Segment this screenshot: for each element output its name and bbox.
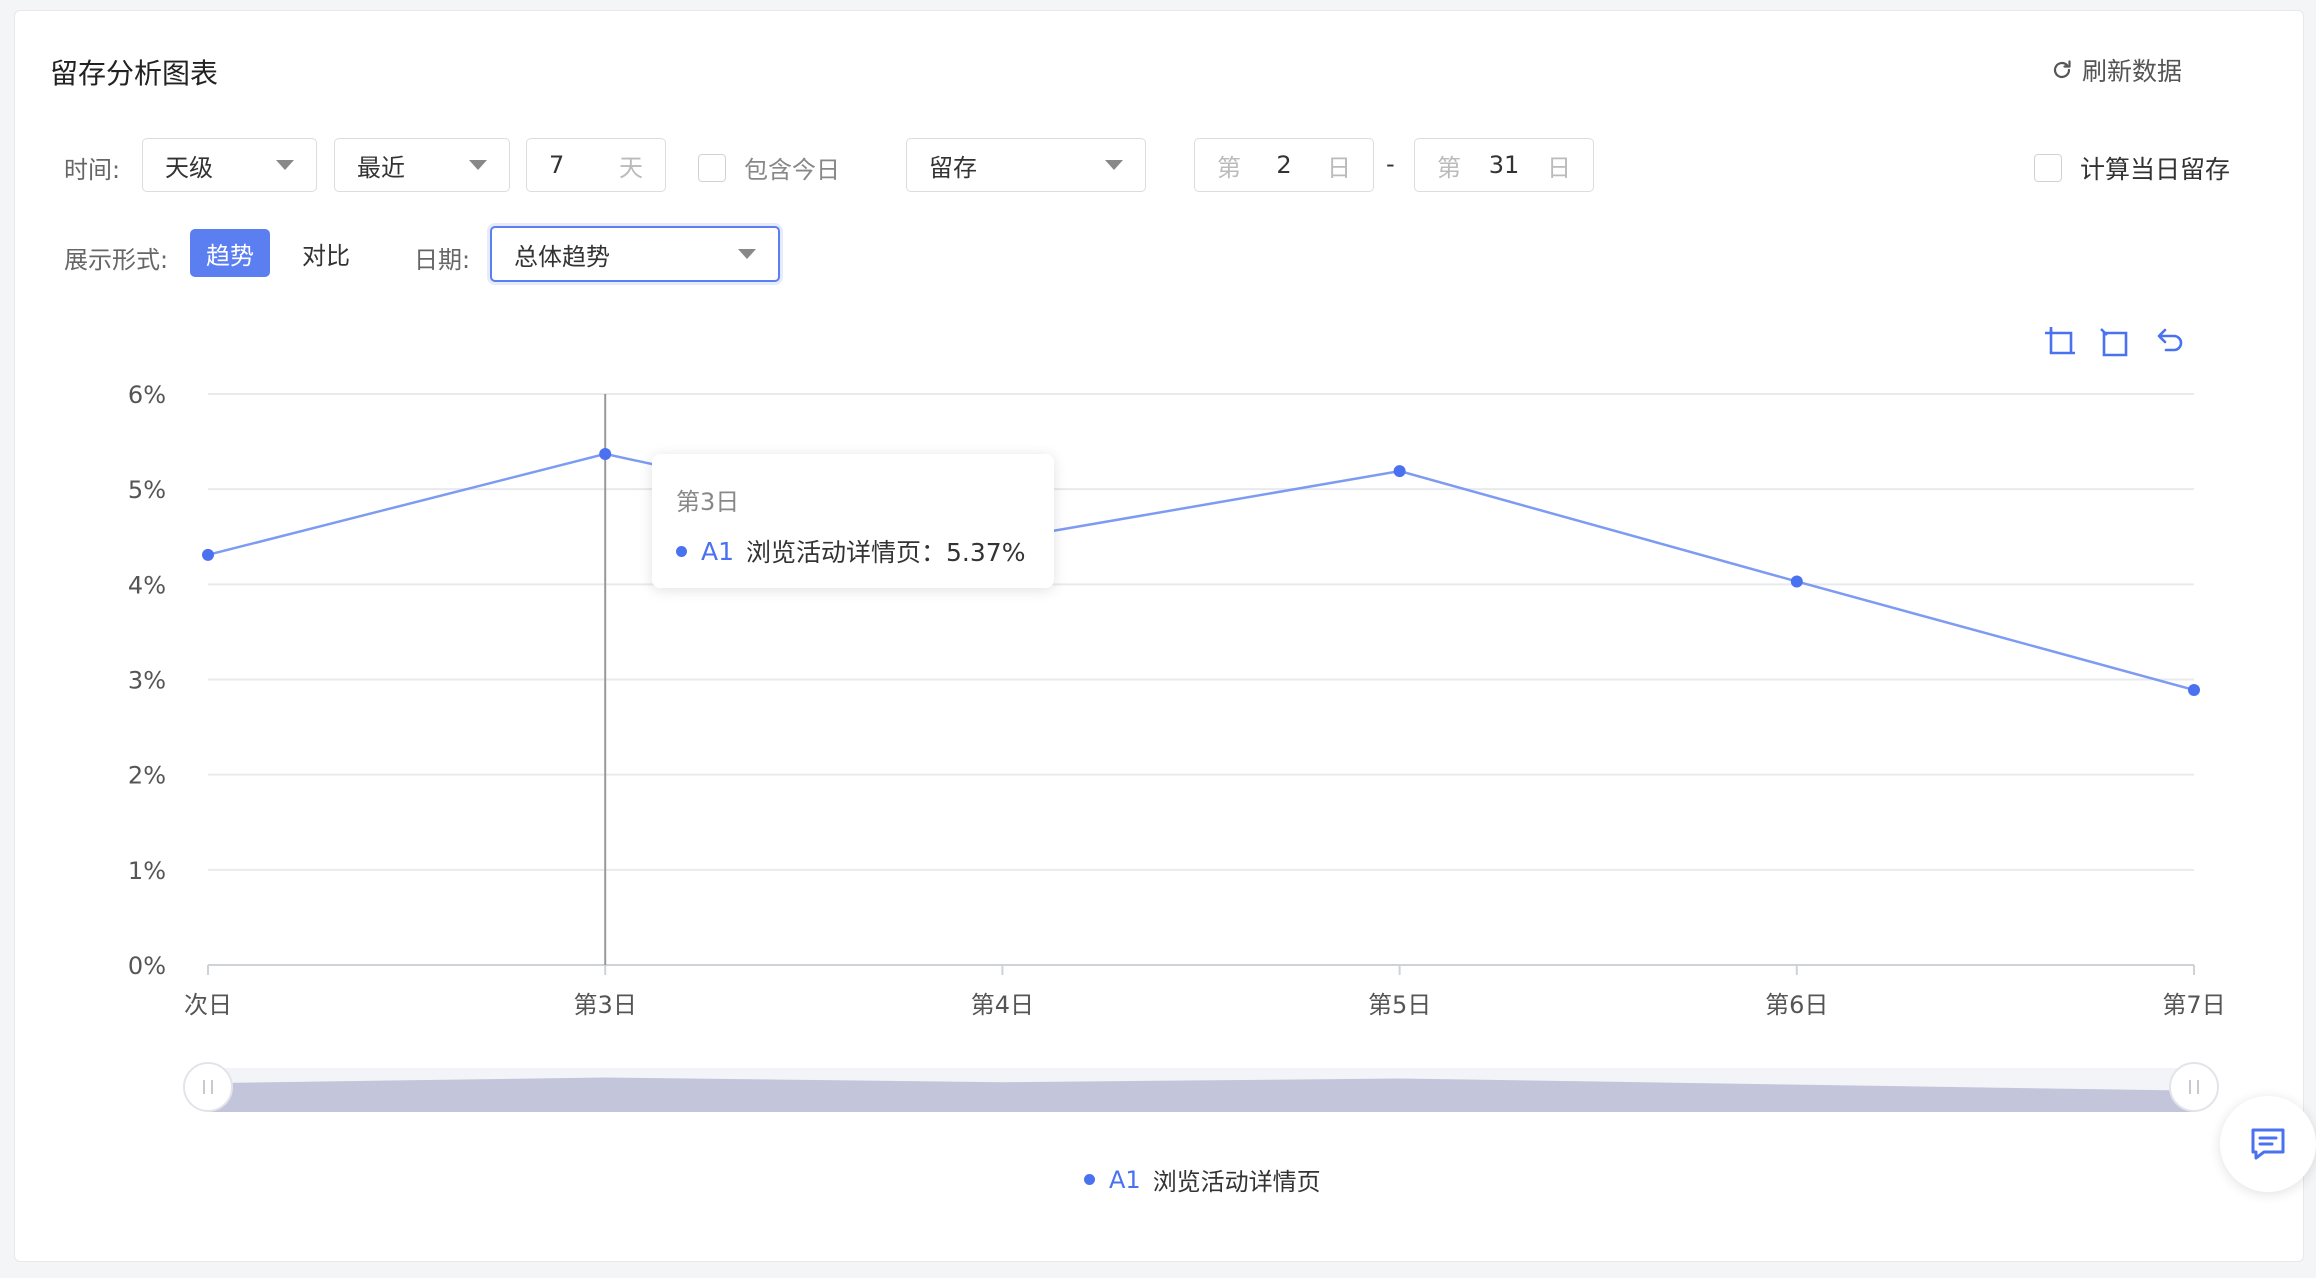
x-tick-label: 第3日 (574, 991, 637, 1019)
y-tick-label: 2% (128, 762, 166, 790)
data-point (2188, 683, 2200, 696)
x-tick-label: 第4日 (971, 991, 1034, 1019)
data-point (599, 447, 612, 460)
datazoom-start-handle (183, 1062, 233, 1112)
data-point (202, 548, 214, 561)
y-tick-label: 4% (128, 571, 166, 599)
legend-series-name: 浏览活动详情页 (1152, 1168, 1321, 1196)
chart-tooltip: 第3日 A1 浏览活动详情页 ：5.37% (652, 454, 1054, 588)
feedback-button[interactable] (2220, 1096, 2316, 1192)
y-tick-label: 1% (128, 857, 166, 885)
data-point (1393, 465, 1406, 478)
x-tick-label: 第6日 (1765, 991, 1828, 1019)
y-tick-label: 6% (128, 381, 166, 409)
tooltip-value: ：5.37% (921, 538, 1026, 567)
legend-series-tag: A1 (1109, 1165, 1141, 1194)
tooltip-series-tag: A1 (701, 536, 735, 566)
datazoom-end-handle (2169, 1062, 2219, 1112)
x-tick-label: 第5日 (1368, 991, 1431, 1019)
legend-dot-icon (1084, 1174, 1095, 1185)
y-tick-label: 5% (128, 476, 166, 504)
chart-legend[interactable]: A1 浏览活动详情页 (1084, 1162, 1321, 1197)
x-tick-label: 第7日 (2162, 991, 2225, 1019)
y-tick-label: 0% (128, 952, 166, 980)
data-point (1790, 575, 1803, 588)
chat-icon (2251, 1128, 2285, 1160)
tooltip-title: 第3日 (676, 488, 740, 516)
y-tick-label: 3% (128, 667, 166, 695)
series-dot-icon (676, 545, 687, 557)
tooltip-series-name: 浏览活动详情页 (746, 538, 922, 567)
retention-line-chart: 0%1%2%3%4%5%6%次日 第3日 第4日 第5日 第6日 第7日 (128, 381, 2226, 1112)
x-tick-label: 次日 (184, 991, 232, 1019)
